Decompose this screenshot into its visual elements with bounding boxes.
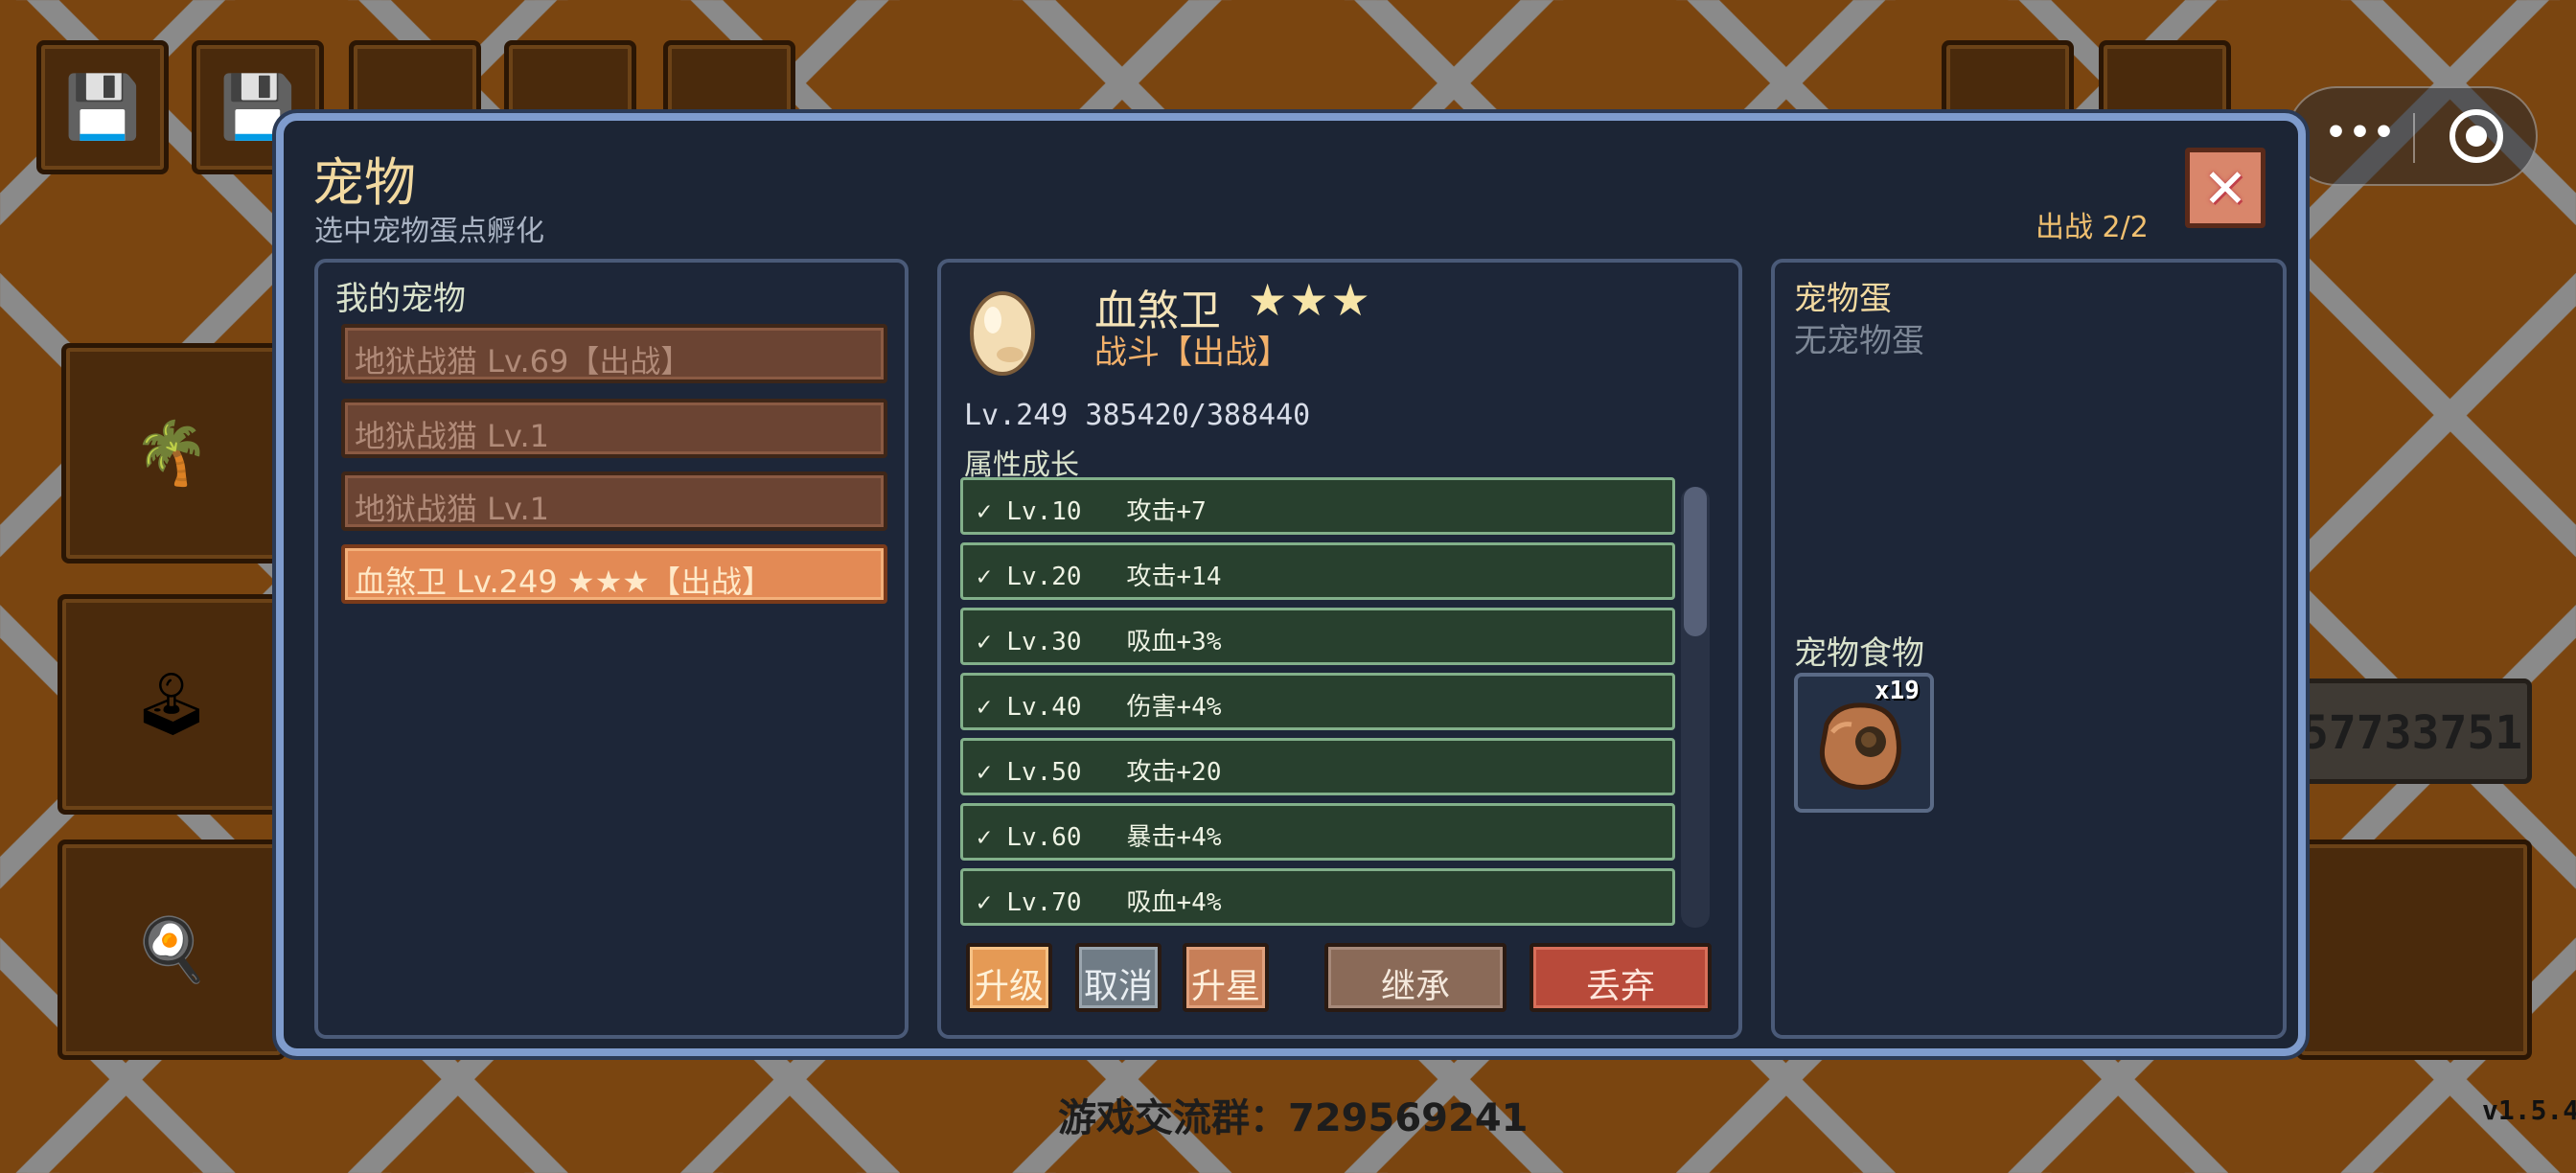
pet-food-slot[interactable]: x19 <box>1794 673 1934 813</box>
bg-save-slot-1[interactable]: 💾 <box>36 40 169 174</box>
modal-subtitle: 选中宠物蛋点孵化 <box>314 215 544 248</box>
close-target-icon[interactable] <box>2450 109 2503 163</box>
pet-label: 血煞卫 Lv.249 ★★★【出战】 <box>355 564 772 600</box>
growth-text: ✓ Lv.70 吸血+4% <box>977 888 1222 917</box>
bg-chest-slot[interactable] <box>2296 840 2532 1060</box>
pet-list-item[interactable]: 地狱战猫 Lv.69【出战】 <box>341 324 887 383</box>
inherit-button[interactable]: 继承 <box>1324 943 1506 1012</box>
growth-row: ✓ Lv.70 吸血+4% <box>960 868 1675 926</box>
growth-row: ✓ Lv.60 暴击+4% <box>960 803 1675 861</box>
frying-pan-icon: 🍳 <box>133 914 210 986</box>
my-pets-panel: 我的宠物 地狱战猫 Lv.69【出战】 地狱战猫 Lv.1 地狱战猫 Lv.1 … <box>314 259 908 1039</box>
pet-label: 地狱战猫 Lv.1 <box>355 418 549 454</box>
discard-button[interactable]: 丢弃 <box>1530 943 1712 1012</box>
egg-food-panel: 宠物蛋 无宠物蛋 宠物食物 x19 <box>1771 259 2287 1039</box>
version-text: v1.5.4d <box>2482 1094 2576 1126</box>
bg-number-display: 57733751 <box>2296 678 2532 784</box>
growth-text: ✓ Lv.10 攻击+7 <box>977 497 1207 526</box>
food-heading: 宠物食物 <box>1794 634 1924 673</box>
deploy-count: 出战 2/2 <box>2036 211 2149 244</box>
growth-row: ✓ Lv.30 吸血+3% <box>960 608 1675 665</box>
more-icon[interactable]: ••• <box>2325 113 2397 152</box>
close-button[interactable]: ✕ <box>2185 148 2266 228</box>
cancel-label: 取消 <box>1083 967 1153 1006</box>
cancel-button[interactable]: 取消 <box>1075 943 1162 1012</box>
pet-list-item[interactable]: 地狱战猫 Lv.1 <box>341 472 887 531</box>
bg-joystick-slot[interactable]: 🕹 <box>58 594 286 815</box>
pet-label: 地狱战猫 Lv.69【出战】 <box>355 343 692 380</box>
discard-label: 丢弃 <box>1585 967 1655 1006</box>
joystick-icon: 🕹 <box>132 669 211 741</box>
upgrade-button[interactable]: 升级 <box>966 943 1052 1012</box>
capsule-divider <box>2413 113 2415 163</box>
growth-row: ✓ Lv.50 攻击+20 <box>960 738 1675 795</box>
pet-role: 战斗【出战】 <box>1094 334 1290 372</box>
growth-text: ✓ Lv.50 攻击+20 <box>977 758 1222 787</box>
close-icon[interactable]: ✕ <box>2190 158 2261 220</box>
upgrade-label: 升级 <box>974 967 1044 1006</box>
growth-list[interactable]: ✓ Lv.10 攻击+7 ✓ Lv.20 攻击+14 ✓ Lv.30 吸血+3%… <box>960 477 1689 928</box>
growth-row: ✓ Lv.20 攻击+14 <box>960 542 1675 600</box>
pet-egg-icon <box>970 291 1035 376</box>
pet-level-exp: Lv.249 385420/388440 <box>964 399 1311 432</box>
pet-label: 地狱战猫 Lv.1 <box>355 491 549 527</box>
growth-scrollbar-thumb[interactable] <box>1684 487 1707 636</box>
food-count: x19 <box>1874 677 1920 705</box>
growth-text: ✓ Lv.60 暴击+4% <box>977 823 1222 852</box>
growth-scrollbar[interactable] <box>1681 487 1710 928</box>
bg-number-text: 57733751 <box>2301 706 2523 760</box>
egg-heading: 宠物蛋 <box>1794 280 1892 318</box>
pet-list-item-selected[interactable]: 血煞卫 Lv.249 ★★★【出战】 <box>341 544 887 604</box>
my-pets-heading: 我的宠物 <box>335 280 466 318</box>
growth-row: ✓ Lv.10 攻击+7 <box>960 477 1675 535</box>
star-up-label: 升星 <box>1190 967 1260 1006</box>
bg-plant-slot[interactable]: 🌴 <box>61 343 282 564</box>
growth-text: ✓ Lv.40 伤害+4% <box>977 693 1222 722</box>
pet-list-item[interactable]: 地狱战猫 Lv.1 <box>341 399 887 458</box>
star-up-button[interactable]: 升星 <box>1183 943 1269 1012</box>
floppy-disk-icon: 💾 <box>64 72 141 144</box>
pet-stars: ★★★ <box>1248 274 1372 326</box>
growth-text: ✓ Lv.20 攻击+14 <box>977 563 1222 591</box>
plant-icon: 🌴 <box>133 418 210 490</box>
egg-empty-text: 无宠物蛋 <box>1794 322 1924 360</box>
inherit-label: 继承 <box>1380 967 1450 1006</box>
growth-text: ✓ Lv.30 吸血+3% <box>977 628 1222 656</box>
modal-title: 宠物 <box>312 152 416 213</box>
bg-pan-slot[interactable]: 🍳 <box>58 840 286 1060</box>
group-info-text: 游戏交流群：729569241 <box>1058 1096 1529 1140</box>
pet-modal: 宠物 选中宠物蛋点孵化 ✕ 出战 2/2 我的宠物 地狱战猫 Lv.69【出战】… <box>276 113 2306 1056</box>
growth-row: ✓ Lv.40 伤害+4% <box>960 673 1675 730</box>
pet-detail-panel: 血煞卫 ★★★ 战斗【出战】 Lv.249 385420/388440 属性成长… <box>937 259 1742 1039</box>
mini-program-capsule[interactable]: ••• <box>2287 86 2538 186</box>
